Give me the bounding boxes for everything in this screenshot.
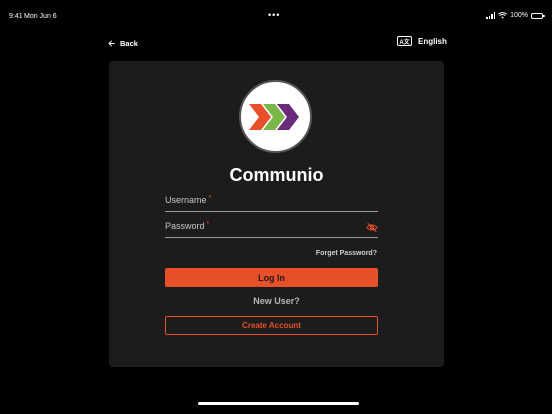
login-card: Communio Username * Password * Forget Pass… [109, 61, 444, 367]
app-title: Communio [229, 165, 324, 185]
new-user-text: New User? [253, 296, 300, 306]
language-selector[interactable]: A文 English [397, 36, 447, 46]
password-input[interactable] [165, 218, 378, 237]
translate-icon: A文 [397, 36, 412, 46]
username-field[interactable]: Username * [165, 192, 378, 212]
battery-icon [531, 12, 545, 19]
multitasking-dots-icon[interactable]: ••• [268, 10, 280, 20]
app-logo [239, 80, 312, 153]
eye-off-icon[interactable] [366, 222, 378, 233]
password-field[interactable]: Password * [165, 218, 378, 238]
wifi-icon [498, 12, 508, 19]
chevrons-logo-icon [249, 104, 299, 130]
forgot-password-link[interactable]: Forget Password? [316, 250, 377, 257]
create-account-button[interactable]: Create Account [165, 316, 378, 335]
username-input[interactable] [165, 192, 378, 211]
battery-percent: 100% [510, 12, 528, 19]
home-indicator[interactable] [198, 402, 359, 405]
status-date: Mon Jun 6 [24, 13, 57, 20]
login-button[interactable]: Log In [165, 268, 378, 287]
back-label: Back [120, 39, 138, 48]
status-bar: 9:41 Mon Jun 6 ••• 100% [0, 0, 552, 34]
cellular-signal-icon [486, 12, 496, 19]
language-label: English [418, 36, 447, 46]
status-time: 9:41 [9, 13, 23, 20]
back-button[interactable]: Back [108, 39, 138, 48]
status-indicators: 100% [486, 12, 545, 19]
arrow-left-icon [108, 40, 115, 47]
